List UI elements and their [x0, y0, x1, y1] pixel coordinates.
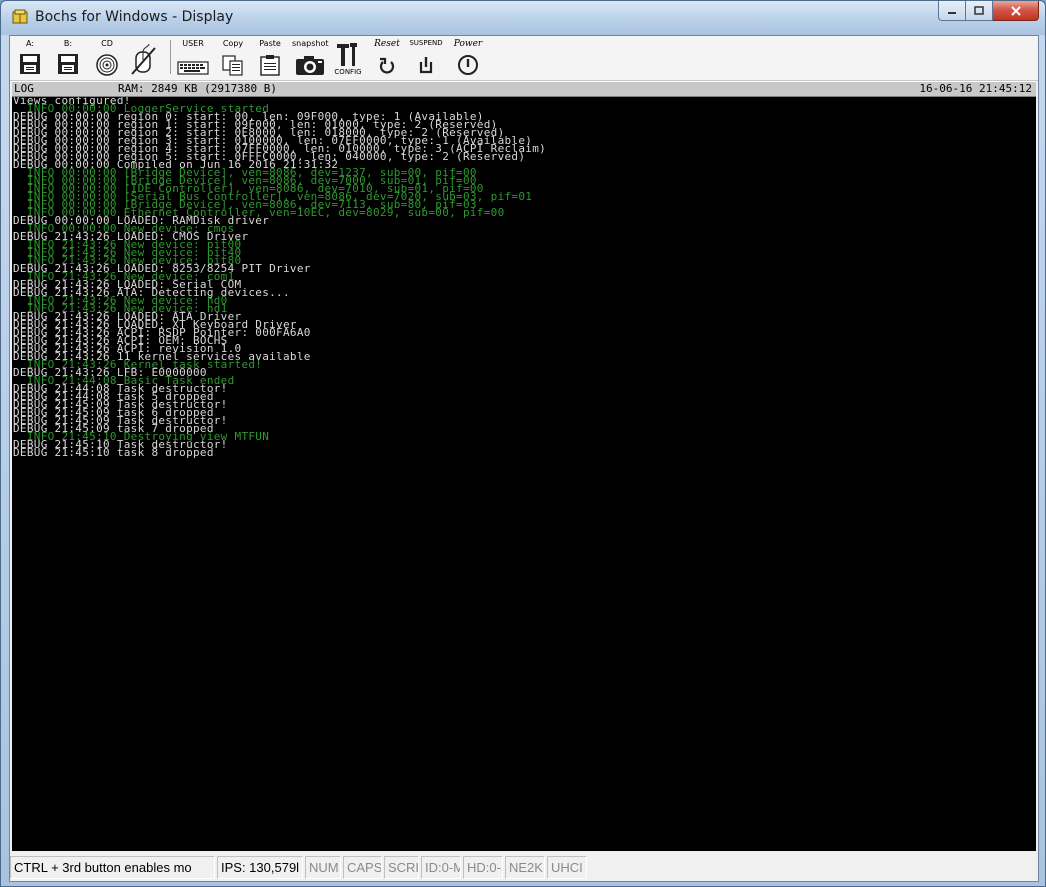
power-button[interactable]: Power [450, 38, 486, 76]
header-datetime: 16-06-16 21:45:12 [919, 82, 1032, 95]
suspend-label: SUSPEND [409, 39, 443, 47]
floppy-b-label: B: [63, 39, 73, 48]
status-ide0: ID:0-M [421, 856, 461, 879]
vga-header-bar: LOG RAM: 2849 KB (2917380 B) 16-06-16 21… [12, 81, 1036, 97]
maximize-icon [974, 6, 984, 15]
header-ram-info: RAM: 2849 KB (2917380 B) [118, 82, 277, 95]
close-button[interactable] [993, 1, 1039, 21]
header-log-label: LOG [14, 82, 34, 95]
maximize-button[interactable] [966, 1, 993, 21]
reset-label: Reset [374, 39, 400, 49]
floppy-a-button[interactable]: A: [16, 38, 44, 76]
reset-button[interactable]: Reset [370, 38, 404, 76]
status-hd0: HD:0-S [463, 856, 503, 879]
console-line: DEBUG 21:45:10 task 8 dropped [13, 446, 214, 459]
floppy-b-button[interactable]: B: [54, 38, 82, 76]
title-bar[interactable]: Bochs for Windows - Display [1, 1, 1045, 35]
status-ne2k: NE2K [505, 856, 545, 879]
vga-screen[interactable]: Views configured! INFO 00:00:00 LoggerSe… [12, 97, 1036, 851]
copy-button[interactable]: Copy [220, 38, 246, 76]
status-uhci: UHCI [547, 856, 587, 879]
status-num: NUM [305, 856, 341, 879]
suspend-button[interactable]: SUSPEND [408, 38, 444, 76]
copy-label: Copy [222, 39, 244, 48]
paste-icon [260, 55, 280, 76]
window-title: Bochs for Windows - Display [35, 9, 234, 25]
toolbar: A: B: CD USER Copy Paste snapshot CONFIG… [10, 36, 1038, 81]
floppy-drive-icon [20, 54, 40, 74]
camera-icon [296, 56, 324, 75]
config-tools-icon: CONFIG [334, 43, 362, 76]
floppy-a-label: A: [25, 39, 35, 48]
snapshot-label: snapshot [292, 39, 329, 48]
bochs-app-icon [12, 9, 28, 24]
user-label: USER [182, 39, 204, 48]
mouse-button[interactable] [128, 38, 158, 76]
keyboard-icon [177, 61, 209, 75]
close-icon [1010, 5, 1021, 16]
status-bar: CTRL + 3rd button enables mo IPS: 130,57… [10, 854, 1038, 881]
power-icon [458, 55, 478, 75]
user-button[interactable]: USER [176, 38, 210, 76]
status-scrl: SCRL [384, 856, 419, 879]
status-ips: IPS: 130,579l [217, 856, 303, 879]
status-caps: CAPS [343, 856, 382, 879]
config-label: CONFIG [334, 68, 361, 76]
reset-icon [379, 57, 395, 74]
bochs-window: Bochs for Windows - Display A: B: CD USE… [0, 0, 1046, 887]
suspend-icon [419, 57, 433, 74]
paste-button[interactable]: Paste [256, 38, 284, 76]
snapshot-button[interactable]: snapshot [292, 38, 329, 76]
copy-icon [222, 55, 243, 76]
paste-label: Paste [259, 39, 281, 48]
floppy-drive-icon [58, 54, 78, 74]
window-controls [938, 1, 1039, 23]
cdrom-icon [96, 54, 118, 76]
cdrom-button[interactable]: CD [92, 38, 122, 76]
config-button[interactable]: CONFIG [332, 38, 364, 76]
client-area: A: B: CD USER Copy Paste snapshot CONFIG… [9, 35, 1039, 882]
minimize-icon [948, 11, 956, 14]
minimize-button[interactable] [938, 1, 966, 21]
power-label: Power [453, 39, 483, 49]
console-output: Views configured! INFO 00:00:00 LoggerSe… [12, 97, 1036, 459]
toolbar-separator [170, 40, 171, 74]
mouse-disabled-icon [131, 44, 156, 75]
cdrom-label: CD [101, 39, 113, 48]
status-message: CTRL + 3rd button enables mo [10, 856, 215, 879]
